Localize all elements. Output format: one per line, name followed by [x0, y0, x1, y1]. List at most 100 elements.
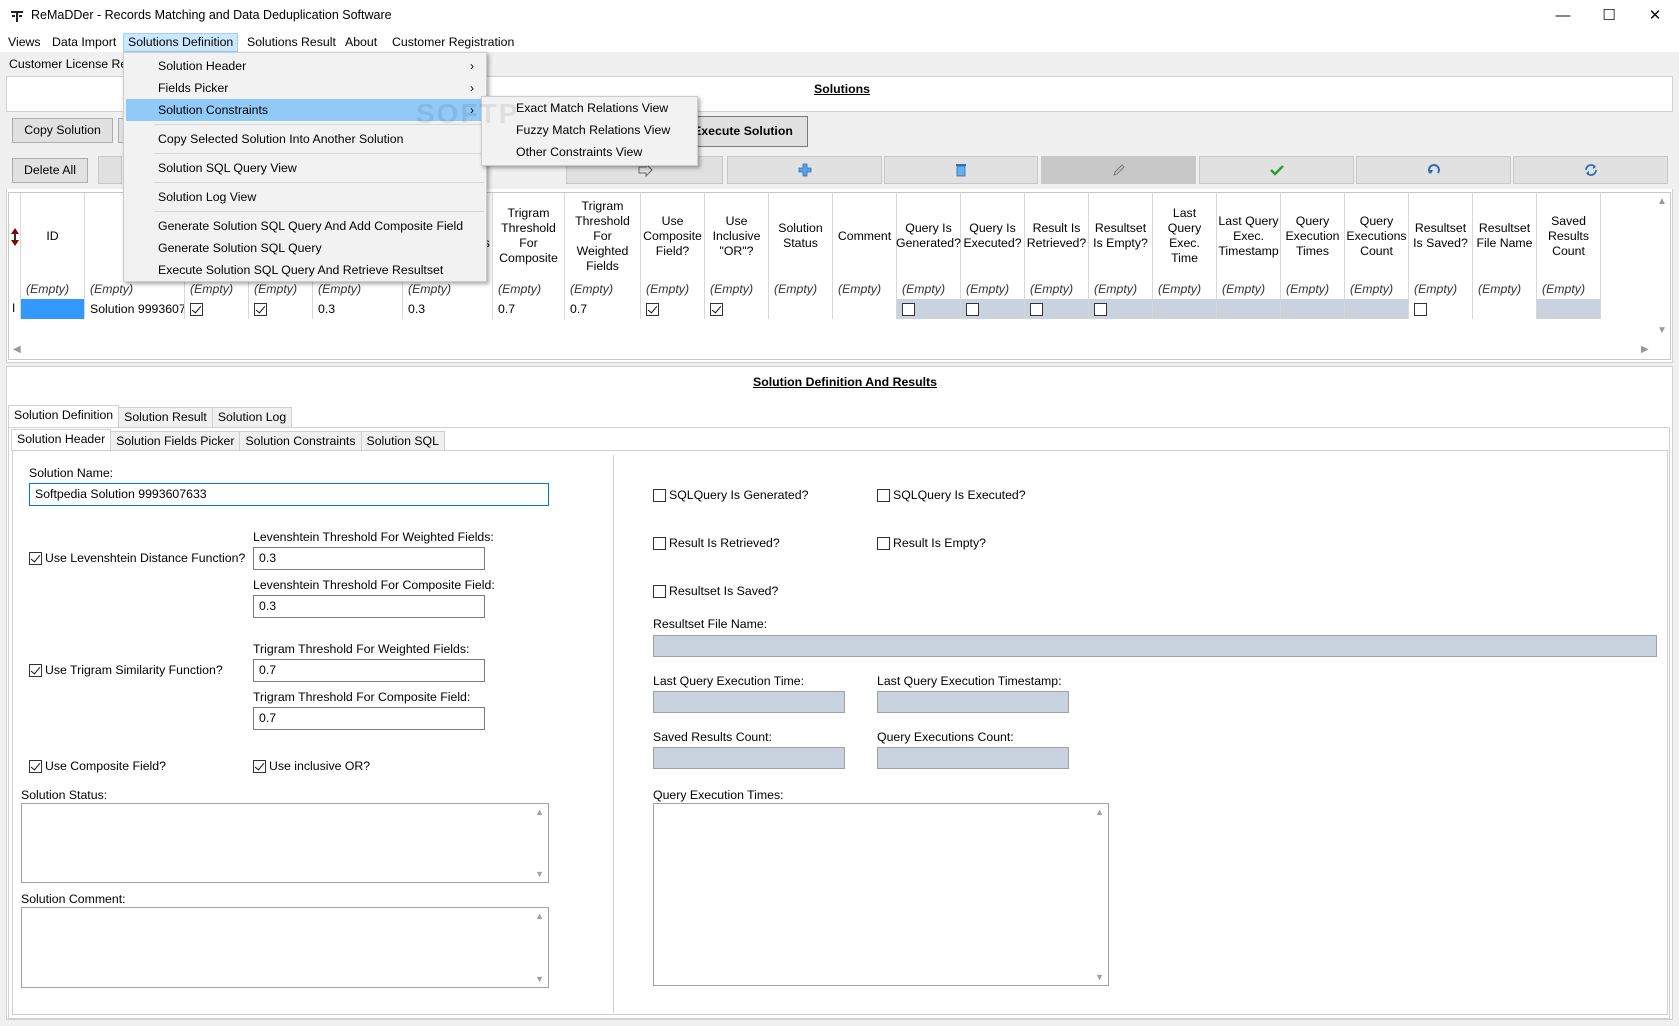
- column-header[interactable]: Use Inclusive "OR"?: [705, 193, 768, 279]
- cell-checkbox-icon[interactable]: [966, 303, 979, 317]
- filter-cell[interactable]: (Empty): [1153, 279, 1216, 299]
- filter-cell[interactable]: (Empty): [313, 279, 402, 299]
- grid-cell[interactable]: 0.7: [493, 299, 564, 319]
- menu-item-copy-selected-solution[interactable]: Copy Selected Solution Into Another Solu…: [126, 128, 484, 150]
- grid-cell[interactable]: 0.3: [403, 299, 492, 319]
- grid-column-status[interactable]: Solution Status (Empty): [769, 193, 833, 319]
- column-header[interactable]: Trigram Threshold For Composite: [493, 193, 564, 279]
- grid-column-last_ts[interactable]: Last Query Exec. Timestamp (Empty): [1217, 193, 1281, 319]
- grid-cell[interactable]: [1409, 299, 1472, 319]
- filter-cell[interactable]: (Empty): [1473, 279, 1536, 299]
- column-header[interactable]: ID: [21, 193, 84, 279]
- filter-cell[interactable]: (Empty): [1089, 279, 1152, 299]
- column-header[interactable]: Resultset Is Saved?: [1409, 193, 1472, 279]
- menu-solutions-result[interactable]: Solutions Result: [243, 34, 340, 52]
- filter-cell[interactable]: (Empty): [1025, 279, 1088, 299]
- menu-item-generate-sql[interactable]: Generate Solution SQL Query: [126, 237, 484, 259]
- cell-checkbox-icon[interactable]: [1030, 303, 1043, 317]
- menu-item-sql-query-view[interactable]: Solution SQL Query View: [126, 157, 484, 179]
- column-header[interactable]: Resultset File Name: [1473, 193, 1536, 279]
- grid-column-tri_c[interactable]: Trigram Threshold For Composite (Empty) 0.…: [493, 193, 565, 319]
- filter-cell[interactable]: (Empty): [641, 279, 704, 299]
- grid-cell[interactable]: [641, 299, 704, 319]
- scroll-down-arrow-icon[interactable]: ▼: [1095, 972, 1104, 982]
- menu-item-fields-picker[interactable]: Fields Picker ›: [126, 77, 484, 99]
- scroll-down-arrow-icon[interactable]: ▼: [535, 974, 544, 984]
- filter-cell[interactable]: (Empty): [403, 279, 492, 299]
- column-header[interactable]: Resultset Is Empty?: [1089, 193, 1152, 279]
- scroll-up-arrow-icon[interactable]: ▲: [535, 911, 544, 921]
- grid-column-r_retr[interactable]: Result Is Retrieved? (Empty): [1025, 193, 1089, 319]
- customer-license-tab[interactable]: Customer License Reg: [9, 57, 134, 71]
- grid-cell[interactable]: [185, 299, 248, 319]
- grid-column-rs_saved[interactable]: Resultset Is Saved? (Empty): [1409, 193, 1473, 319]
- filter-cell[interactable]: (Empty): [249, 279, 312, 299]
- grid-column-q_exec[interactable]: Query Is Executed? (Empty): [961, 193, 1025, 319]
- solution-status-textarea[interactable]: ▲ ▼: [21, 803, 549, 883]
- maximize-button[interactable]: ☐: [1586, 0, 1632, 32]
- menu-data-import[interactable]: Data Import: [48, 34, 120, 52]
- delete-record-button[interactable]: [884, 156, 1038, 184]
- sql-generated-checkbox[interactable]: SQLQuery Is Generated?: [653, 488, 808, 502]
- column-header[interactable]: Trigram Threshold For Weighted Fields: [565, 193, 640, 279]
- grid-cell[interactable]: [1089, 299, 1152, 319]
- nav-first-button[interactable]: [98, 156, 122, 184]
- filter-cell[interactable]: (Empty): [1409, 279, 1472, 299]
- cell-checkbox-icon[interactable]: [902, 303, 915, 317]
- filter-cell[interactable]: (Empty): [1537, 279, 1600, 299]
- grid-column-use_or[interactable]: Use Inclusive "OR"? (Empty): [705, 193, 769, 319]
- delete-all-button[interactable]: Delete All: [12, 158, 88, 183]
- refresh-button[interactable]: [1513, 156, 1668, 184]
- scroll-right-arrow-icon[interactable]: ▶: [1641, 344, 1649, 355]
- grid-column-exec_times[interactable]: Query Execution Times (Empty): [1281, 193, 1345, 319]
- filter-cell[interactable]: (Empty): [833, 279, 896, 299]
- filter-cell[interactable]: (Empty): [705, 279, 768, 299]
- lev-composite-input[interactable]: 0.3: [253, 595, 485, 618]
- menu-item-generate-sql-add-composite[interactable]: Generate Solution SQL Query And Add Comp…: [126, 215, 484, 237]
- grid-column-last_time[interactable]: Last Query Exec. Time (Empty): [1153, 193, 1217, 319]
- menu-solutions-definition[interactable]: Solutions Definition: [123, 33, 239, 52]
- grid-column-tri_w[interactable]: Trigram Threshold For Weighted Fields (Em…: [565, 193, 641, 319]
- menu-item-solution-header[interactable]: Solution Header ›: [126, 55, 484, 77]
- grid-cell[interactable]: [21, 299, 84, 319]
- column-header[interactable]: Comment: [833, 193, 896, 279]
- use-composite-checkbox[interactable]: Use Composite Field?: [29, 759, 166, 773]
- solution-comment-textarea[interactable]: ▲ ▼: [21, 907, 549, 988]
- grid-cell[interactable]: [1153, 299, 1216, 319]
- grid-cell[interactable]: [1345, 299, 1408, 319]
- cell-checkbox-icon[interactable]: [254, 303, 267, 317]
- scroll-down-arrow-icon[interactable]: ▼: [1657, 325, 1667, 336]
- scroll-up-arrow-icon[interactable]: ▲: [1657, 196, 1667, 207]
- column-header[interactable]: Use Composite Field?: [641, 193, 704, 279]
- status-scrollbar[interactable]: ▲ ▼: [531, 804, 548, 882]
- cell-checkbox-icon[interactable]: [710, 303, 723, 317]
- grid-cell[interactable]: [249, 299, 312, 319]
- filter-cell[interactable]: (Empty): [1217, 279, 1280, 299]
- tab-solution-header[interactable]: Solution Header: [11, 429, 112, 451]
- scroll-left-arrow-icon[interactable]: ◀: [13, 344, 21, 355]
- menu-views[interactable]: Views: [4, 34, 45, 52]
- scroll-down-arrow-icon[interactable]: ▼: [535, 869, 544, 879]
- scroll-up-arrow-icon[interactable]: ▲: [535, 807, 544, 817]
- filter-cell[interactable]: (Empty): [493, 279, 564, 299]
- grid-vertical-scrollbar[interactable]: ▲ ▼: [1653, 193, 1670, 359]
- tri-weighted-input[interactable]: 0.7: [253, 659, 485, 682]
- grid-column-rs_empty[interactable]: Resultset Is Empty? (Empty): [1089, 193, 1153, 319]
- menu-customer-registration[interactable]: Customer Registration: [388, 34, 518, 52]
- column-header[interactable]: Query Is Generated?: [896, 193, 961, 279]
- grid-horizontal-scrollbar[interactable]: ◀ ▶: [9, 342, 1670, 359]
- grid-cell[interactable]: [961, 299, 1024, 319]
- comment-scrollbar[interactable]: ▲ ▼: [531, 908, 548, 987]
- grid-column-q_gen[interactable]: Query Is Generated? (Empty): [896, 193, 961, 319]
- grid-cell[interactable]: [1473, 299, 1536, 319]
- filter-cell[interactable]: (Empty): [961, 279, 1024, 299]
- tab-solution-log[interactable]: Solution Log: [211, 407, 293, 427]
- solution-name-input[interactable]: Softpedia Solution 9993607633: [29, 483, 549, 506]
- submenu-other-constraints[interactable]: Other Constraints View: [484, 141, 695, 163]
- post-edit-button[interactable]: [1199, 156, 1354, 184]
- column-header[interactable]: Last Query Exec. Timestamp: [1217, 193, 1280, 279]
- use-inclusive-or-checkbox[interactable]: Use inclusive OR?: [253, 759, 370, 773]
- grid-cell[interactable]: [1281, 299, 1344, 319]
- cell-checkbox-icon[interactable]: [1094, 303, 1107, 317]
- copy-solution-button[interactable]: Copy Solution: [12, 118, 113, 143]
